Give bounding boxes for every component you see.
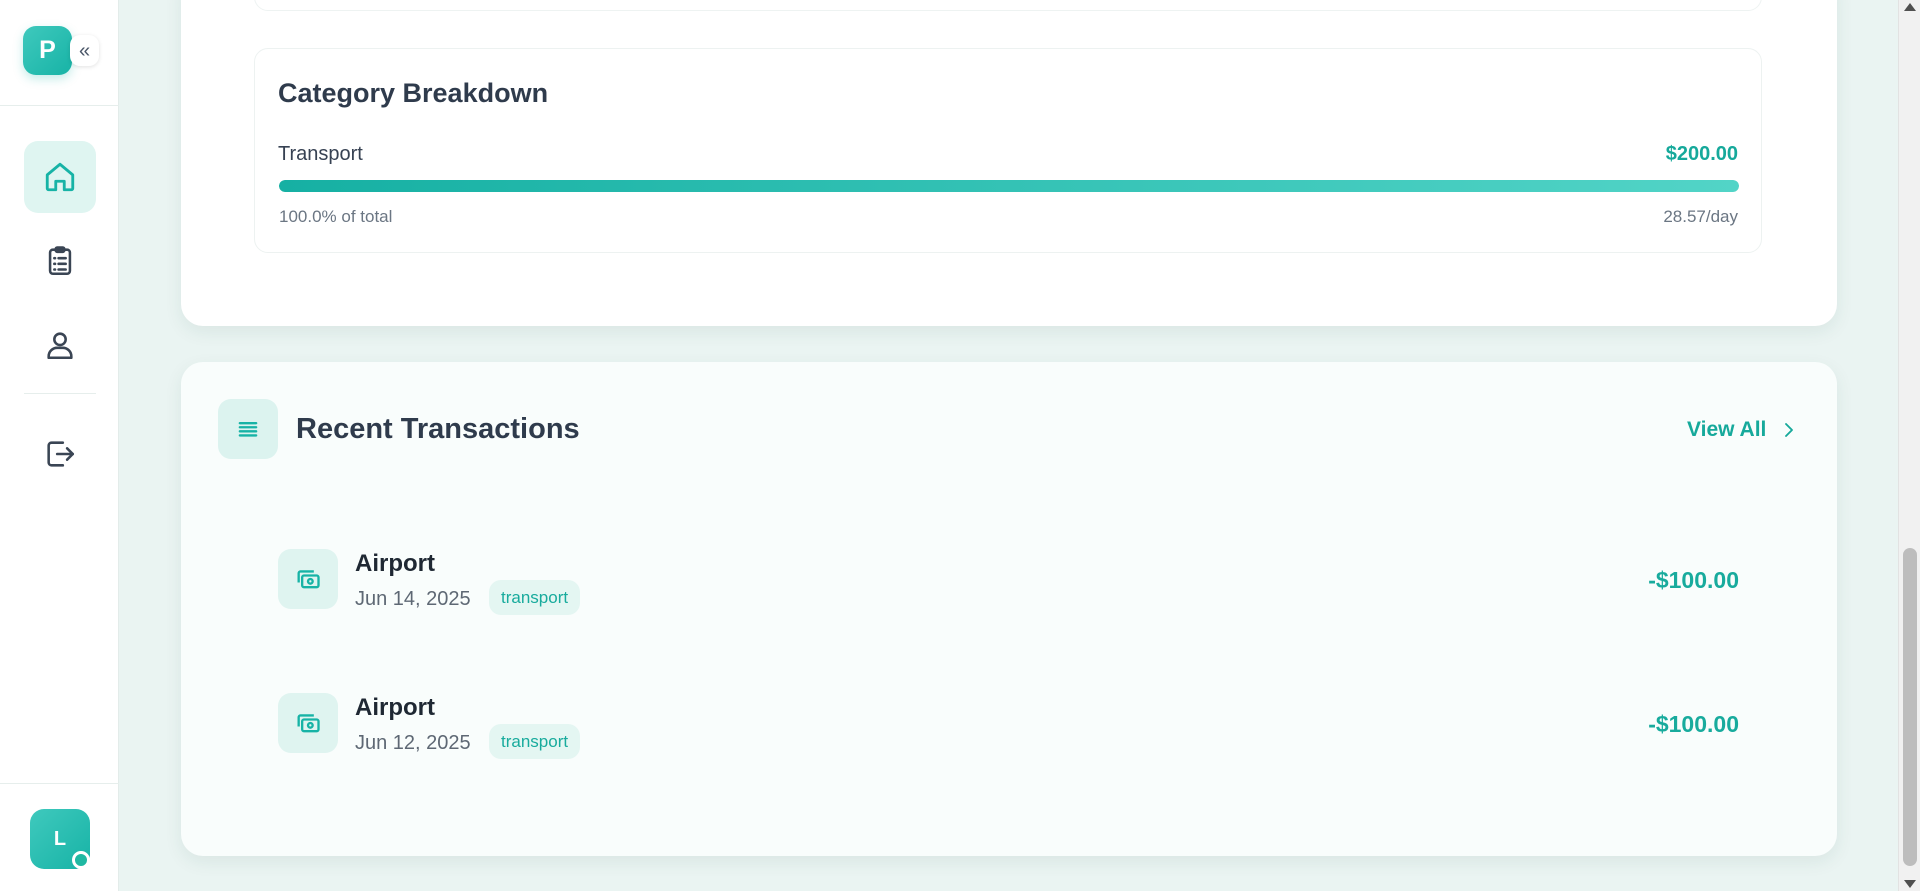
category-progress-fill [279, 180, 1739, 192]
page-scrollbar[interactable] [1898, 0, 1920, 891]
transactions-list-icon-box [218, 399, 278, 459]
recent-transactions-title: Recent Transactions [296, 413, 580, 445]
scroll-down-arrow-icon[interactable] [1904, 880, 1916, 888]
nav-item-profile[interactable] [24, 309, 96, 381]
scroll-up-arrow-icon[interactable] [1904, 3, 1916, 11]
previous-panel [254, 0, 1762, 11]
clipboard-icon [48, 246, 72, 276]
cash-icon [297, 570, 320, 589]
category-daily-average: 28.57/day [1663, 207, 1738, 226]
nav-item-logout[interactable] [24, 418, 96, 490]
category-share: 100.0% of total [279, 207, 393, 226]
app-logo[interactable]: P [23, 26, 72, 75]
scrollbar-thumb[interactable] [1903, 548, 1917, 866]
online-status-indicator [72, 851, 90, 869]
category-breakdown-title: Category Breakdown [278, 78, 549, 108]
nav-item-home[interactable] [24, 141, 96, 213]
transaction-icon-box [278, 693, 338, 753]
list-icon [238, 422, 258, 437]
chevron-right-icon [1785, 423, 1794, 437]
transaction-date: Jun 12, 2025 [355, 732, 471, 754]
view-all-link[interactable]: View All [1687, 418, 1798, 442]
category-name: Transport [278, 143, 363, 165]
sidebar: P « L [0, 0, 119, 891]
transaction-category-tag: transport [489, 580, 581, 615]
transaction-amount: -$100.00 [1648, 567, 1739, 593]
collapse-sidebar-button[interactable]: « [70, 35, 99, 66]
cash-icon [297, 714, 320, 733]
double-chevron-left-icon: « [78, 39, 91, 62]
transaction-row[interactable] [254, 665, 1762, 783]
logout-icon [47, 441, 75, 467]
transaction-amount: -$100.00 [1648, 711, 1739, 737]
transaction-category-tag: transport [489, 724, 581, 759]
transaction-date: Jun 14, 2025 [355, 588, 471, 610]
transaction-row[interactable] [254, 521, 1762, 639]
sidebar-divider [0, 105, 119, 106]
category-progress-bar [279, 180, 1739, 192]
transaction-icon-box [278, 549, 338, 609]
sidebar-divider [24, 393, 96, 394]
home-icon [45, 162, 75, 192]
user-icon [47, 332, 73, 360]
category-amount: $200.00 [1665, 143, 1738, 165]
transaction-name: Airport [355, 694, 435, 721]
view-all-label: View All [1687, 418, 1767, 441]
sidebar-divider [0, 783, 119, 784]
nav-item-reports[interactable] [24, 225, 96, 297]
transaction-name: Airport [355, 550, 435, 577]
